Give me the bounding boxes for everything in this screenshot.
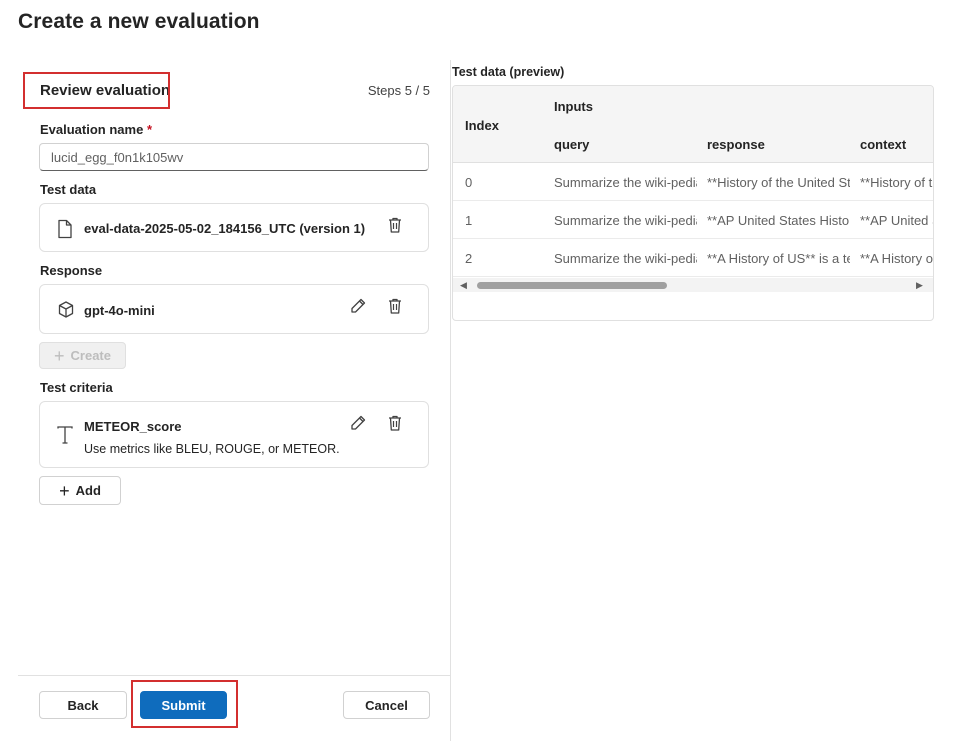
cell-query: Summarize the wiki-pedia — [554, 175, 697, 190]
back-button[interactable]: Back — [39, 691, 127, 719]
table-header: Index Inputs query response context — [453, 86, 933, 163]
test-data-preview: Index Inputs query response context 0 Su… — [452, 85, 934, 321]
header-context: context — [860, 137, 907, 152]
plus-icon: + — [54, 345, 65, 366]
edit-icon[interactable] — [348, 296, 368, 316]
delete-icon[interactable] — [385, 296, 405, 316]
header-index: Index — [465, 118, 499, 133]
preview-label: Test data (preview) — [452, 65, 565, 79]
submit-button[interactable]: Submit — [140, 691, 227, 719]
delete-icon[interactable] — [385, 215, 405, 235]
cell-context: **A History of — [860, 251, 933, 266]
document-icon — [56, 219, 74, 239]
criteria-name: METEOR_score — [84, 419, 182, 434]
response-label: Response — [40, 263, 103, 278]
add-button-label: Add — [75, 483, 101, 498]
footer-divider — [18, 675, 450, 676]
required-mark: * — [146, 122, 152, 137]
header-inputs: Inputs — [554, 99, 593, 114]
edit-icon[interactable] — [348, 413, 368, 433]
cell-index: 1 — [465, 213, 473, 228]
test-criteria-label: Test criteria — [40, 380, 113, 395]
table-row: 2 Summarize the wiki-pedia **A History o… — [453, 239, 933, 277]
criteria-description: Use metrics like BLEU, ROUGE, or METEOR. — [84, 442, 340, 456]
panel-divider — [450, 60, 451, 741]
page-title: Create a new evaluation — [18, 10, 260, 33]
steps-indicator: Steps 5 / 5 — [367, 83, 430, 98]
step-title: Review evaluation — [40, 82, 171, 99]
cube-icon — [56, 300, 76, 320]
header-query: query — [554, 137, 590, 152]
create-button[interactable]: + Create — [39, 342, 126, 369]
delete-icon[interactable] — [385, 413, 405, 433]
evaluation-name-label-text: Evaluation name — [40, 122, 144, 137]
text-icon — [56, 425, 74, 445]
cell-response: **A History of US** is a te — [707, 251, 850, 266]
response-name: gpt-4o-mini — [84, 303, 155, 318]
cell-response: **History of the United States — [707, 175, 850, 190]
cell-context: **AP United St — [860, 213, 933, 228]
create-button-label: Create — [70, 348, 111, 363]
cell-index: 2 — [465, 251, 473, 266]
scroll-right-icon[interactable]: ▶ — [916, 280, 923, 291]
scroll-left-icon[interactable]: ◀ — [460, 280, 467, 291]
table-row: 0 Summarize the wiki-pedia **History of … — [453, 163, 933, 201]
cell-query: Summarize the wiki-pedia — [554, 213, 697, 228]
cell-index: 0 — [465, 175, 473, 190]
horizontal-scrollbar[interactable]: ◀ ▶ — [453, 278, 933, 292]
evaluation-name-input[interactable] — [39, 143, 429, 171]
plus-icon: + — [59, 480, 70, 501]
scroll-thumb[interactable] — [477, 282, 667, 289]
header-response: response — [707, 137, 765, 152]
evaluation-name-label: Evaluation name * — [40, 122, 152, 137]
cell-query: Summarize the wiki-pedia — [554, 251, 697, 266]
test-data-name: eval-data-2025-05-02_184156_UTC (version… — [84, 221, 366, 236]
cell-context: **History of the — [860, 175, 933, 190]
test-data-label: Test data — [40, 182, 97, 197]
test-criteria-card: METEOR_score Use metrics like BLEU, ROUG… — [39, 401, 429, 468]
cell-response: **AP United States History — [707, 213, 850, 228]
test-data-card: eval-data-2025-05-02_184156_UTC (version… — [39, 203, 429, 252]
response-card: gpt-4o-mini — [39, 284, 429, 334]
cancel-button[interactable]: Cancel — [343, 691, 430, 719]
table-row: 1 Summarize the wiki-pedia **AP United S… — [453, 201, 933, 239]
add-criteria-button[interactable]: + Add — [39, 476, 121, 505]
